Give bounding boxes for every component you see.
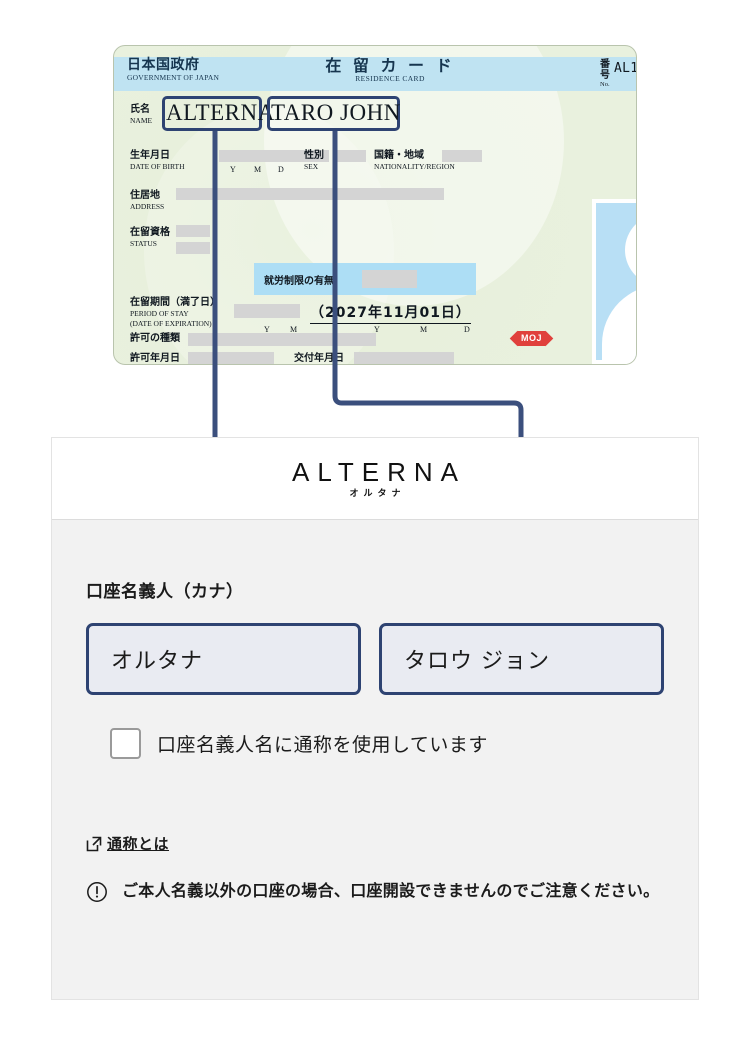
card-field-address-en: ADDRESS [130, 202, 165, 211]
card-field-sex-ja: 性別 [304, 150, 324, 161]
card-redaction-status-2 [176, 242, 210, 254]
card-redaction-period [234, 304, 300, 318]
account-warning-note: ご本人名義以外の口座の場合、口座開設できませんのでご注意ください。 [86, 878, 676, 904]
card-validity-band [114, 364, 637, 365]
card-ymd-d-dob: D [278, 165, 284, 174]
card-field-sex: 性別 SEX [304, 150, 324, 172]
moj-stamp: MOJ [509, 330, 554, 347]
card-expiry-date: （2027年11月01日） [310, 302, 471, 324]
card-field-dob-ja: 生年月日 [130, 150, 170, 161]
card-field-status-ja: 在留資格 [130, 227, 170, 238]
screenshot-stage: 日本国政府 GOVERNMENT OF JAPAN 在 留 カ ー ド RESI… [0, 0, 750, 1046]
card-field-nationality-en: NATIONALITY/REGION [374, 162, 455, 171]
alias-checkbox-row[interactable]: 口座名義人名に通称を使用しています [110, 728, 488, 759]
card-work-restriction-label: 就労制限の有無 [264, 276, 334, 287]
card-redaction-status-1 [176, 225, 210, 237]
account-holder-family-kana-input[interactable]: オルタナ [86, 623, 361, 695]
card-photo-inner [596, 203, 636, 360]
card-number-block: 番号 No. AL12345678TE [600, 59, 637, 89]
card-field-sex-en: SEX [304, 162, 319, 171]
card-field-period-ja: 在留期間（満了日） [130, 297, 220, 308]
card-government-label: 日本国政府 GOVERNMENT OF JAPAN [127, 58, 219, 83]
card-ymd-y-dob: Y [230, 165, 236, 174]
account-form-panel: ALTERNA オルタナ 口座名義人（カナ） オルタナ タロウ ジョン 口座名義… [51, 437, 699, 1000]
moj-label: MOJ [518, 331, 546, 346]
account-holder-given-kana-input[interactable]: タロウ ジョン [379, 623, 664, 695]
card-field-permit-type: 許可の種類 [130, 333, 180, 345]
account-holder-kana-label: 口座名義人（カナ） [86, 582, 244, 602]
card-field-name-ja: 氏名 [130, 104, 150, 115]
card-field-period-en1: PERIOD OF STAY [130, 309, 189, 318]
card-field-dob-en: DATE OF BIRTH [130, 162, 185, 171]
card-field-period-en2: (DATE OF EXPIRATION) [130, 318, 212, 328]
residence-card-illustration: 日本国政府 GOVERNMENT OF JAPAN 在 留 カ ー ド RESI… [113, 45, 637, 365]
card-number-label-en: No. [600, 81, 610, 88]
brand-header: ALTERNA オルタナ [52, 438, 698, 520]
exclamation-circle-icon [87, 882, 107, 902]
card-title: 在 留 カ ー ド RESIDENCE CARD [310, 58, 470, 84]
highlight-given-name-text: TARO JOHN [271, 100, 401, 125]
card-number-label: 番号 No. [600, 59, 610, 89]
avatar-body [601, 285, 636, 360]
card-redaction-address-1 [176, 188, 444, 200]
card-redaction-sex [336, 150, 366, 162]
card-photo [592, 199, 636, 364]
card-field-status: 在留資格 STATUS [130, 227, 170, 249]
card-number-label-ja: 番号 [600, 59, 610, 81]
card-title-ja: 在 留 カ ー ド [325, 56, 455, 75]
alterna-logo-kana: オルタナ [349, 488, 406, 499]
alias-help-link-label[interactable]: 通称とは [107, 833, 169, 854]
external-link-icon [86, 836, 102, 851]
alias-checkbox[interactable] [110, 728, 141, 759]
card-field-address-ja: 住居地 [130, 190, 160, 201]
card-redaction-work-restriction [362, 270, 417, 288]
card-ymd-d-period: D [464, 325, 470, 334]
alterna-logo-wordmark: ALTERNA [292, 456, 466, 487]
card-field-address: 住居地 ADDRESS [130, 190, 164, 212]
card-field-dob: 生年月日 DATE OF BIRTH [130, 150, 185, 172]
card-government-en: GOVERNMENT OF JAPAN [127, 73, 220, 82]
card-field-name: 氏名 NAME [130, 104, 152, 126]
card-ymd-m-dob: M [254, 165, 262, 174]
avatar-head [624, 214, 636, 286]
card-redaction-nationality [442, 150, 482, 162]
card-field-status-en: STATUS [130, 239, 157, 248]
card-field-period: 在留期間（満了日） PERIOD OF STAY (DATE OF EXPIRA… [130, 297, 220, 328]
account-warning-text: ご本人名義以外の口座の場合、口座開設できませんのでご注意ください。 [122, 881, 660, 900]
highlight-family-name-text: ALTERNA [166, 100, 275, 125]
alias-checkbox-label: 口座名義人名に通称を使用しています [157, 734, 488, 756]
card-number-value: AL12345678TE [614, 61, 637, 76]
card-title-en: RESIDENCE CARD [355, 74, 425, 83]
card-field-name-en: NAME [130, 116, 153, 125]
card-redaction-permit-type [188, 333, 376, 346]
alias-help-link[interactable]: 通称とは [86, 833, 169, 854]
card-government-ja: 日本国政府 [127, 57, 200, 73]
card-ymd-m-period: M [420, 325, 428, 334]
card-field-permit-type-ja: 許可の種類 [130, 333, 180, 344]
